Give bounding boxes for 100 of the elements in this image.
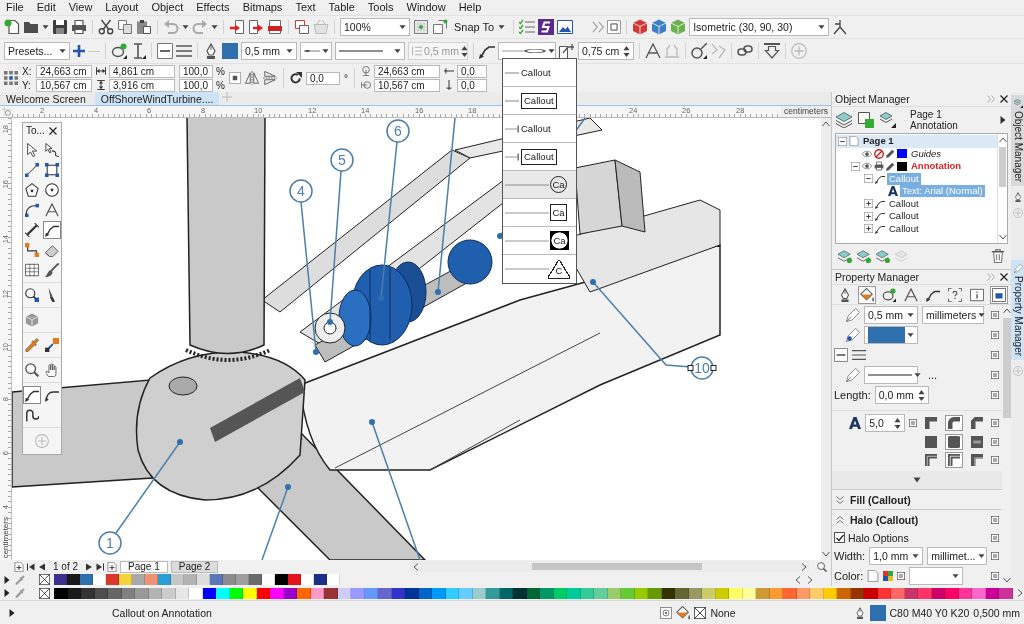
side-tab[interactable]: Object Manager: [1011, 95, 1024, 187]
chevrons-down-icon[interactable]: [836, 495, 844, 504]
tool-button[interactable]: [23, 241, 41, 259]
tool-button[interactable]: [23, 406, 41, 424]
app-windows-icon[interactable]: [294, 19, 310, 35]
folder-icon[interactable]: [23, 19, 39, 35]
small-square-icon[interactable]: [991, 331, 1000, 339]
callout-style-option[interactable]: Ca: [503, 227, 576, 255]
lock-square-icon[interactable]: [228, 72, 241, 84]
color-swatch-icon[interactable]: [135, 587, 149, 599]
color-swatch-icon[interactable]: [580, 587, 594, 599]
more-button[interactable]: ...: [922, 369, 944, 381]
color-swatch-icon[interactable]: [324, 587, 338, 599]
layer-new-icon[interactable]: [857, 249, 871, 263]
add-page-icon[interactable]: [14, 561, 24, 572]
color-swatch-icon[interactable]: [904, 587, 918, 599]
color-swatch-icon[interactable]: [864, 587, 878, 599]
center-x-field[interactable]: 24,663 cm: [373, 64, 440, 78]
color-swatch-icon[interactable]: [67, 574, 80, 585]
color-swatch-icon[interactable]: [607, 587, 621, 599]
caret-icon[interactable]: [42, 24, 49, 30]
caret-icon[interactable]: [211, 24, 218, 30]
color-swatch-icon[interactable]: [256, 587, 270, 599]
forked-lines-icon[interactable]: [832, 19, 849, 35]
close-icon[interactable]: [49, 126, 57, 135]
color-swatch-icon[interactable]: [197, 574, 210, 585]
center-y-field[interactable]: 10,567 cm: [373, 78, 440, 92]
color-swatch-icon[interactable]: [675, 587, 689, 599]
arrowhead-dropdown[interactable]: [300, 42, 332, 60]
small-square-icon[interactable]: [991, 552, 1000, 560]
horizontal-scrollbar[interactable]: [410, 561, 810, 572]
copy-icon[interactable]: [117, 19, 133, 35]
color-swatch-icon[interactable]: [275, 574, 288, 585]
color-swatch-icon[interactable]: [158, 574, 171, 585]
close-icon[interactable]: [1000, 273, 1008, 281]
color-swatch-icon[interactable]: [756, 587, 770, 599]
new-document-icon[interactable]: [4, 19, 20, 35]
mirror-v-icon[interactable]: [262, 71, 277, 85]
tool-button[interactable]: [23, 386, 41, 404]
tree-item[interactable]: Annotation: [909, 160, 964, 173]
color-swatch-icon[interactable]: [301, 574, 314, 585]
page-tab[interactable]: Page 2: [170, 560, 219, 573]
color-swatch-icon[interactable]: [972, 587, 986, 599]
tool-button[interactable]: [23, 286, 41, 304]
color-swatch-icon[interactable]: [823, 587, 837, 599]
contour-shape-icon[interactable]: [111, 43, 127, 59]
add-page-icon[interactable]: [107, 561, 118, 572]
checkbox[interactable]: [834, 532, 845, 543]
color-swatch-icon[interactable]: [486, 587, 500, 599]
x-position-field[interactable]: 24,663 cm: [36, 64, 92, 78]
color-swatch-icon[interactable]: [81, 587, 95, 599]
menu-item[interactable]: Window: [406, 1, 446, 14]
color-swatch-icon[interactable]: [162, 587, 176, 599]
color-swatch-icon[interactable]: [222, 43, 238, 59]
vertical-scrollbar[interactable]: [997, 134, 1007, 243]
eye-icon[interactable]: [862, 148, 872, 159]
tool-button[interactable]: [23, 181, 41, 199]
tool-button[interactable]: [23, 361, 41, 379]
option-button[interactable]: [945, 415, 964, 431]
pen-nib-icon[interactable]: [1013, 192, 1023, 203]
outline-color-dropdown[interactable]: [864, 326, 918, 344]
color-swatch-icon[interactable]: [236, 574, 249, 585]
plus-box-icon[interactable]: [864, 199, 873, 209]
callout-bubble[interactable]: 10: [687, 356, 717, 380]
color-swatch-icon[interactable]: [499, 587, 513, 599]
fill-bucket-icon[interactable]: [676, 605, 691, 620]
halo-width-dropdown[interactable]: 1,0 mm: [869, 547, 924, 565]
skew-x-field[interactable]: 0,0: [456, 64, 487, 78]
color-swatch-icon[interactable]: [459, 587, 473, 599]
color-swatch-icon[interactable]: [526, 587, 540, 599]
layer-tree-icon[interactable]: [880, 112, 896, 128]
property-tab[interactable]: [858, 285, 876, 304]
leader-length-field[interactable]: 0,75 cm: [578, 42, 634, 60]
menu-item[interactable]: Edit: [36, 1, 56, 14]
outline-width-dropdown[interactable]: 0,5 mm: [241, 42, 297, 60]
color-swatch-icon[interactable]: [540, 587, 554, 599]
layer-new-icon[interactable]: [838, 249, 852, 263]
color-swatch-icon[interactable]: [171, 574, 184, 585]
color-swatch-icon[interactable]: [648, 587, 662, 599]
scissors-icon[interactable]: [98, 19, 114, 35]
small-square-icon[interactable]: [991, 311, 1000, 319]
arrow-right-icon[interactable]: [1016, 589, 1024, 597]
color-swatch-icon[interactable]: [769, 587, 783, 599]
halo-color-dropdown[interactable]: [909, 567, 964, 585]
menu-item[interactable]: Effects: [196, 1, 230, 14]
last-page-icon[interactable]: [96, 562, 105, 571]
color-swatch-icon[interactable]: [445, 587, 459, 599]
color-swatch-icon[interactable]: [94, 587, 108, 599]
chain-link-icon[interactable]: [737, 43, 753, 59]
color-swatch-icon[interactable]: [918, 587, 932, 599]
small-square-icon[interactable]: [991, 533, 1000, 542]
first-page-icon[interactable]: [27, 562, 35, 571]
color-swatch-icon[interactable]: [810, 587, 824, 599]
property-tab[interactable]: [990, 285, 1008, 304]
plus-box-icon[interactable]: [864, 224, 873, 234]
tree-item[interactable]: Callout: [887, 197, 921, 210]
callout-bubble[interactable]: 5: [330, 148, 354, 172]
mirror-h-icon[interactable]: [244, 71, 259, 85]
callout-style-option[interactable]: Ca: [503, 171, 576, 199]
color-swatch-icon[interactable]: [249, 574, 262, 585]
